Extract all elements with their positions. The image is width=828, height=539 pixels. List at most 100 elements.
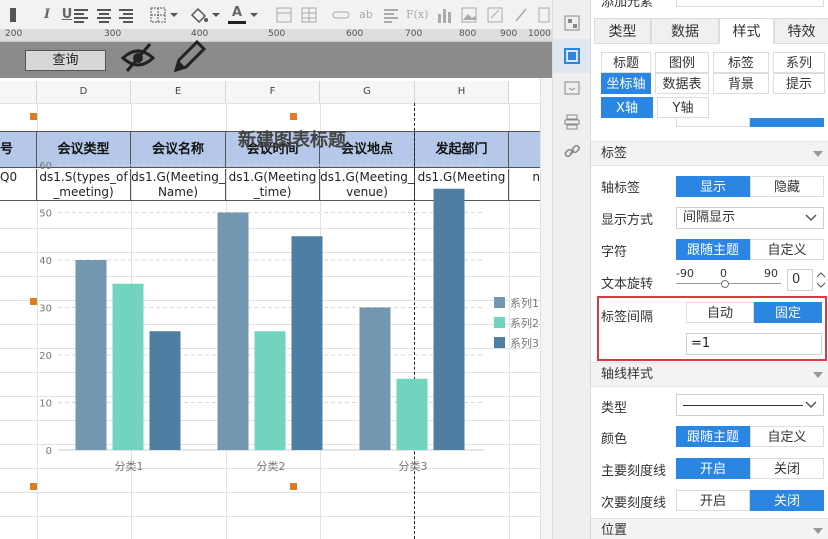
vertical-scrollbar[interactable] xyxy=(540,78,552,539)
major-tick-off-button[interactable]: 关闭 xyxy=(750,458,824,479)
subtab-tooltip[interactable]: 提示 xyxy=(773,73,825,94)
legend-swatch[interactable] xyxy=(494,317,505,328)
axis-label-show-button[interactable]: 显示 xyxy=(676,176,750,197)
font-custom-button[interactable]: 自定义 xyxy=(750,239,824,260)
legend-label[interactable]: 系列1 xyxy=(510,296,539,310)
layers-icon[interactable] xyxy=(564,114,580,130)
link-icon[interactable] xyxy=(332,5,350,25)
tab-data[interactable]: 数据 xyxy=(651,18,719,44)
spreadsheet-canvas[interactable]: D E F G H 号 会议类型 会议名称 会议时间 会议地点 发起部门 Q0 … xyxy=(0,78,552,539)
interval-fixed-button[interactable]: 固定 xyxy=(754,302,822,323)
collapse-icon[interactable] xyxy=(813,372,823,378)
bar[interactable] xyxy=(75,260,107,450)
subtab-background[interactable]: 背景 xyxy=(713,73,769,94)
form-attributes-icon[interactable] xyxy=(564,80,580,96)
text-rotation-label: 文本旋转 xyxy=(601,277,654,292)
rotation-input[interactable]: 0 xyxy=(787,269,813,291)
y-axis-tab[interactable]: Y轴 xyxy=(657,97,709,118)
cell-attributes-icon[interactable] xyxy=(564,15,580,31)
merge-cells-icon[interactable] xyxy=(275,5,293,25)
interval-value-input[interactable]: =1 xyxy=(686,333,822,355)
major-tick-on-button[interactable]: 开启 xyxy=(676,458,750,479)
bar[interactable] xyxy=(112,283,144,450)
align-center-icon[interactable] xyxy=(95,5,113,25)
section-position[interactable]: 位置 xyxy=(591,518,828,539)
legend-label[interactable]: 系列2 xyxy=(510,316,539,330)
chart-title[interactable]: 新建图表标题 xyxy=(238,129,347,151)
font-color-button[interactable]: A xyxy=(228,5,246,24)
bar[interactable] xyxy=(291,236,323,450)
query-button[interactable]: 查询 xyxy=(25,50,106,71)
table-icon[interactable] xyxy=(300,5,318,25)
hyperlink-icon[interactable] xyxy=(564,144,580,160)
axis-label-hide-button[interactable]: 隐藏 xyxy=(750,176,824,197)
bar[interactable] xyxy=(149,331,181,450)
chevron-down-icon[interactable] xyxy=(248,5,260,25)
interval-auto-button[interactable]: 自动 xyxy=(686,302,754,323)
ruler-tick: 1000 xyxy=(528,29,551,39)
color-custom-button[interactable]: 自定义 xyxy=(750,426,824,447)
resize-handle[interactable] xyxy=(290,483,297,490)
slash-icon[interactable] xyxy=(512,5,530,25)
color-follow-theme-button[interactable]: 跟随主题 xyxy=(676,426,750,447)
legend-label[interactable]: 系列3 xyxy=(510,336,539,350)
x-axis-tab[interactable]: X轴 xyxy=(601,97,653,118)
section-label[interactable]: 标签 xyxy=(591,141,828,166)
subtab-legend[interactable]: 图例 xyxy=(655,52,709,73)
tab-type[interactable]: 类型 xyxy=(594,18,651,44)
subtab-axis[interactable]: 坐标轴 xyxy=(601,73,651,94)
eye-hidden-icon[interactable] xyxy=(120,40,156,76)
text-style-button[interactable]: ab xyxy=(356,5,376,25)
collapse-icon[interactable] xyxy=(813,528,823,534)
minor-tick-off-button[interactable]: 关闭 xyxy=(750,490,824,511)
resize-handle[interactable] xyxy=(30,298,37,305)
minor-tick-on-button[interactable]: 开启 xyxy=(676,490,750,511)
bar[interactable] xyxy=(254,331,286,450)
display-mode-select[interactable]: 间隔显示 xyxy=(676,207,824,229)
bold-partial-icon[interactable] xyxy=(2,5,24,25)
legend-swatch[interactable] xyxy=(494,297,505,308)
line-type-select[interactable] xyxy=(676,394,824,416)
pencil-icon[interactable] xyxy=(170,38,206,78)
subtab-label[interactable]: 标签 xyxy=(713,52,769,73)
resize-handle[interactable] xyxy=(30,113,37,120)
ruler-tick: 800 xyxy=(459,29,477,39)
display-mode-label: 显示方式 xyxy=(601,213,654,228)
add-element-select[interactable] xyxy=(676,0,824,7)
formula-button[interactable]: F(x) xyxy=(406,5,428,25)
bar-chart[interactable]: 0 10 20 30 40 50 60 分类1 分类2 分类3 系列1 系列2 系列3 新建图表标题 xyxy=(0,78,552,539)
slider-thumb[interactable] xyxy=(721,280,729,288)
legend-swatch[interactable] xyxy=(494,337,505,348)
resize-handle[interactable] xyxy=(30,483,37,490)
border-icon[interactable] xyxy=(148,5,180,25)
tab-effects[interactable]: 特效 xyxy=(774,18,828,44)
format-toolbar: I U A ab F(x) xyxy=(0,0,552,30)
resize-handle[interactable] xyxy=(290,113,297,120)
section-axis-line-style[interactable]: 轴线样式 xyxy=(591,362,828,387)
subtab-datasheet[interactable]: 数据表 xyxy=(655,73,709,94)
label-interval-label: 标签间隔 xyxy=(601,310,654,325)
paragraph-icon[interactable] xyxy=(382,5,400,25)
bar[interactable] xyxy=(359,307,391,451)
fill-color-icon[interactable] xyxy=(188,5,220,25)
bar[interactable] xyxy=(217,212,249,451)
rich-text-icon[interactable] xyxy=(486,5,504,25)
subtab-series[interactable]: 系列 xyxy=(773,52,825,73)
font-follow-theme-button[interactable]: 跟随主题 xyxy=(676,239,750,260)
italic-button[interactable]: I xyxy=(40,5,54,25)
ruler: 200 300 400 500 600 700 800 900 1000 xyxy=(0,29,552,42)
bar[interactable] xyxy=(433,188,465,450)
more-icon[interactable] xyxy=(535,5,551,25)
tab-style[interactable]: 样式 xyxy=(719,18,774,44)
widget-attributes-icon[interactable] xyxy=(564,48,580,64)
collapse-icon[interactable] xyxy=(813,151,823,157)
subtab-title[interactable]: 标题 xyxy=(601,52,651,73)
align-right-icon[interactable] xyxy=(117,5,135,25)
image-icon[interactable] xyxy=(460,5,478,25)
spinner-arrows-icon[interactable] xyxy=(815,269,827,291)
section-axis-line-style-text: 轴线样式 xyxy=(601,367,654,382)
rotation-slider[interactable]: -90 0 90 xyxy=(676,263,781,293)
align-left-icon[interactable] xyxy=(72,5,90,25)
bar[interactable] xyxy=(396,378,428,450)
bar-chart-icon[interactable] xyxy=(436,5,454,25)
